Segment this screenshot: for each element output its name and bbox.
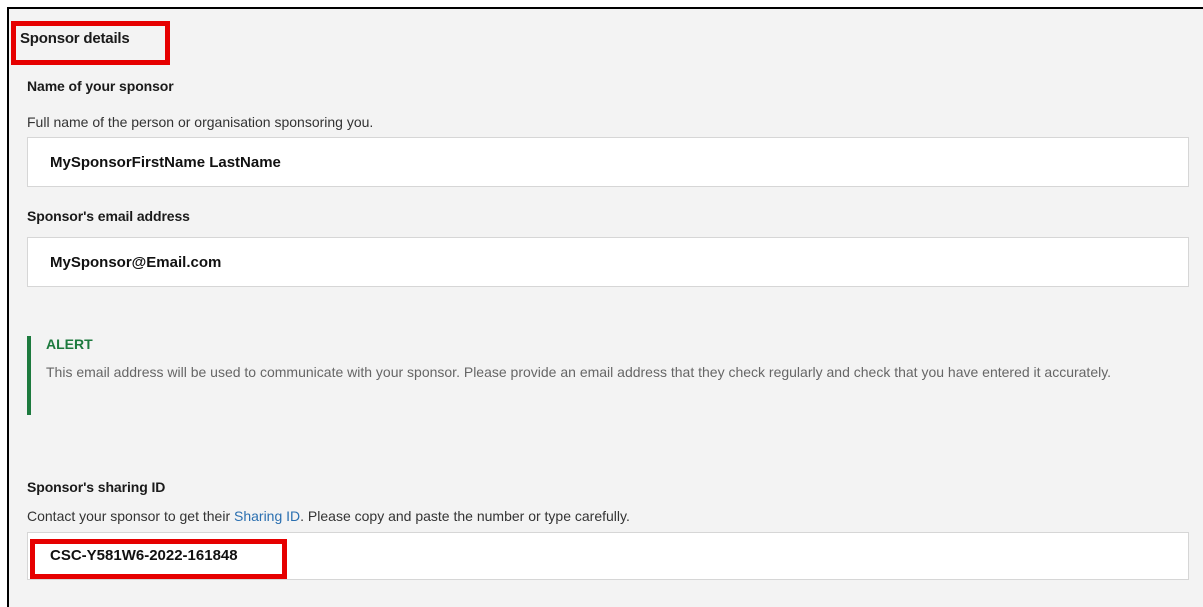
alert-body: This email address will be used to commu… — [46, 364, 1112, 380]
sharing-id-hint: Contact your sponsor to get their Sharin… — [27, 508, 630, 524]
sponsor-email-value: MySponsor@Email.com — [50, 254, 222, 271]
sponsor-name-hint: Full name of the person or organisation … — [27, 114, 374, 130]
sponsor-email-label: Sponsor's email address — [27, 208, 190, 224]
alert-box: ALERT This email address will be used to… — [27, 336, 1191, 415]
sharing-id-link[interactable]: Sharing ID — [234, 508, 300, 524]
alert-title: ALERT — [46, 336, 93, 352]
sponsor-name-value: MySponsorFirstName LastName — [50, 154, 281, 171]
highlight-box-title — [11, 21, 170, 65]
sharing-id-label: Sponsor's sharing ID — [27, 479, 166, 495]
highlight-box-sharing-id — [30, 539, 287, 579]
sharing-id-hint-prefix: Contact your sponsor to get their — [27, 508, 234, 524]
sharing-id-hint-suffix: . Please copy and paste the number or ty… — [300, 508, 630, 524]
sponsor-name-label: Name of your sponsor — [27, 78, 174, 94]
sponsor-name-field[interactable]: MySponsorFirstName LastName — [27, 137, 1189, 187]
sponsor-email-field[interactable]: MySponsor@Email.com — [27, 237, 1189, 287]
